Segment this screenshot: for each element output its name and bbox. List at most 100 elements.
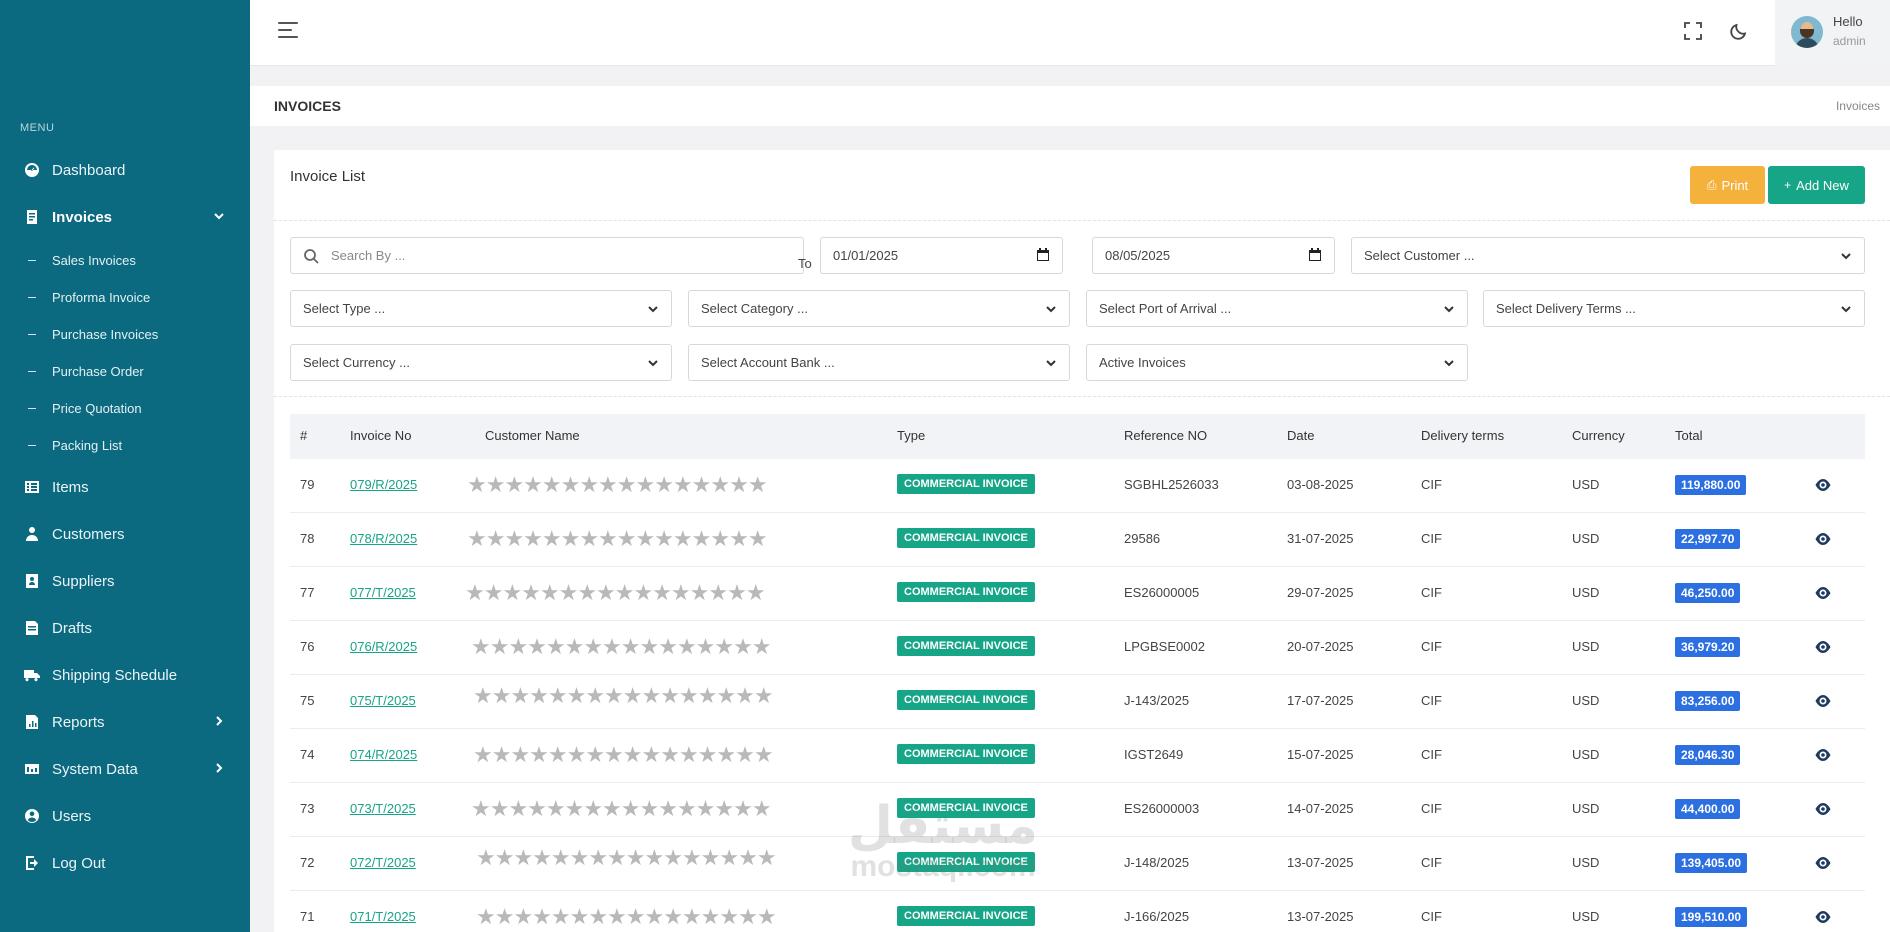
view-eye-icon[interactable] — [1814, 692, 1832, 710]
sidebar-sub-proforma-invoice[interactable]: Proforma Invoice — [0, 282, 250, 312]
column-header[interactable]: Delivery terms — [1421, 428, 1504, 443]
invoice-link[interactable]: 077/T/2025 — [350, 585, 416, 600]
currency-select[interactable]: Select Currency ... — [290, 344, 672, 381]
sidebar-sub-price-quotation[interactable]: Price Quotation — [0, 393, 250, 423]
delivery-terms-select[interactable]: Select Delivery Terms ... — [1483, 290, 1865, 327]
column-header[interactable]: Type — [897, 428, 925, 443]
invoice-date: 13-07-2025 — [1287, 909, 1354, 924]
bank-select-value: Select Account Bank ... — [701, 355, 835, 370]
dark-mode-icon[interactable] — [1728, 20, 1750, 42]
row-number: 73 — [300, 801, 315, 816]
watermark-arabic: مستقل — [847, 797, 1039, 855]
invoice-link[interactable]: 075/T/2025 — [350, 693, 416, 708]
view-eye-icon[interactable] — [1814, 584, 1832, 602]
delivery-terms: CIF — [1421, 855, 1442, 870]
printer-icon: ⎙ — [1706, 177, 1717, 192]
invoice-link[interactable]: 073/T/2025 — [350, 801, 416, 816]
sidebar-sub-packing-list[interactable]: Packing List — [0, 430, 250, 460]
add-new-button[interactable]: + Add New — [1768, 166, 1865, 204]
sidebar-item-users[interactable]: Users — [0, 796, 250, 836]
invoice-link[interactable]: 079/R/2025 — [350, 477, 417, 492]
view-eye-icon[interactable] — [1814, 530, 1832, 548]
sidebar-sub-sales-invoices[interactable]: Sales Invoices — [0, 245, 250, 275]
sidebar-item-label: Reports — [52, 713, 105, 731]
sidebar-item-label: Drafts — [52, 619, 93, 637]
currency: USD — [1572, 693, 1600, 708]
invoice-date: 17-07-2025 — [1287, 693, 1354, 708]
column-header[interactable]: Total — [1675, 428, 1702, 443]
sidebar-item-customers[interactable]: Customers — [0, 514, 250, 554]
search-input[interactable]: Search By ... — [290, 237, 804, 274]
sidebar-item-label: Invoices — [52, 208, 113, 226]
sidebar-item-suppliers[interactable]: Suppliers — [0, 561, 250, 601]
column-header[interactable]: Reference NO — [1124, 428, 1207, 443]
sub-item-label: Proforma Invoice — [52, 289, 151, 305]
customer-name-redacted: ★★★★★★★★★★★★★★★★ — [473, 683, 774, 708]
currency: USD — [1572, 477, 1600, 492]
customers-icon — [24, 526, 40, 542]
customer-name-redacted: ★★★★★★★★★★★★★★★★ — [471, 634, 772, 659]
status-select-value: Active Invoices — [1099, 355, 1186, 370]
sidebar-item-system-data[interactable]: System Data — [0, 749, 250, 789]
sidebar-item-items[interactable]: Items — [0, 467, 250, 507]
view-eye-icon[interactable] — [1814, 854, 1832, 872]
date-to-input[interactable]: 08/05/2025 — [1092, 237, 1335, 274]
customer-name-redacted: ★★★★★★★★★★★★★★★★ — [476, 904, 777, 929]
column-header[interactable]: Invoice No — [350, 428, 411, 443]
greeting-text: Hello — [1833, 14, 1863, 29]
delivery-terms: CIF — [1421, 693, 1442, 708]
status-select[interactable]: Active Invoices — [1086, 344, 1468, 381]
view-eye-icon[interactable] — [1814, 476, 1832, 494]
category-select-value: Select Category ... — [701, 301, 808, 316]
divider — [274, 396, 1890, 397]
topbar: Hello admin — [250, 0, 1890, 66]
sidebar-item-label: Dashboard — [52, 161, 126, 179]
sidebar-item-drafts[interactable]: Drafts — [0, 608, 250, 648]
column-header[interactable]: Currency — [1572, 428, 1625, 443]
sidebar-item-dashboard[interactable]: Dashboard — [0, 150, 250, 190]
invoice-link[interactable]: 078/R/2025 — [350, 531, 417, 546]
invoice-date: 20-07-2025 — [1287, 639, 1354, 654]
sidebar-item-logout[interactable]: Log Out — [0, 843, 250, 883]
user-menu[interactable]: Hello admin — [1775, 0, 1890, 66]
fullscreen-icon[interactable] — [1682, 20, 1704, 42]
customer-name-redacted: ★★★★★★★★★★★★★★★★ — [465, 580, 766, 605]
invoice-link[interactable]: 076/R/2025 — [350, 639, 417, 654]
sidebar-item-reports[interactable]: Reports — [0, 702, 250, 742]
calendar-icon[interactable] — [1308, 248, 1322, 262]
avatar — [1791, 16, 1823, 48]
column-header[interactable]: Customer Name — [485, 428, 580, 443]
category-select[interactable]: Select Category ... — [688, 290, 1070, 327]
view-eye-icon[interactable] — [1814, 746, 1832, 764]
breadcrumb[interactable]: Invoices — [1836, 99, 1880, 113]
port-of-arrival-select[interactable]: Select Port of Arrival ... — [1086, 290, 1468, 327]
sidebar-sub-purchase-invoices[interactable]: Purchase Invoices — [0, 319, 250, 349]
search-icon — [303, 248, 319, 264]
sidebar-sub-purchase-order[interactable]: Purchase Order — [0, 356, 250, 386]
dashboard-icon — [24, 162, 40, 178]
row-number: 71 — [300, 909, 315, 924]
column-header[interactable]: Date — [1287, 428, 1314, 443]
invoice-link[interactable]: 074/R/2025 — [350, 747, 417, 762]
sidebar-item-shipping-schedule[interactable]: Shipping Schedule — [0, 655, 250, 695]
chevron-down-icon — [1045, 357, 1057, 369]
watermark: مستقل mostaql.com — [828, 800, 1058, 882]
sub-item-label: Purchase Order — [52, 363, 144, 379]
view-eye-icon[interactable] — [1814, 638, 1832, 656]
calendar-icon[interactable] — [1036, 248, 1050, 262]
date-from-input[interactable]: 01/01/2025 — [820, 237, 1063, 274]
print-button[interactable]: ⎙ Print — [1690, 166, 1765, 204]
type-badge: COMMERCIAL INVOICE — [897, 474, 1035, 494]
invoice-link[interactable]: 072/T/2025 — [350, 855, 416, 870]
sub-item-label: Packing List — [52, 437, 123, 453]
type-select[interactable]: Select Type ... — [290, 290, 672, 327]
view-eye-icon[interactable] — [1814, 908, 1832, 926]
customer-select[interactable]: Select Customer ... — [1351, 237, 1865, 274]
sidebar-item-invoices[interactable]: Invoices — [0, 197, 250, 237]
reference-no: LPGBSE0002 — [1124, 639, 1205, 654]
invoice-link[interactable]: 071/T/2025 — [350, 909, 416, 924]
menu-toggle-icon[interactable] — [278, 22, 300, 40]
account-bank-select[interactable]: Select Account Bank ... — [688, 344, 1070, 381]
column-header[interactable]: # — [300, 428, 307, 443]
view-eye-icon[interactable] — [1814, 800, 1832, 818]
